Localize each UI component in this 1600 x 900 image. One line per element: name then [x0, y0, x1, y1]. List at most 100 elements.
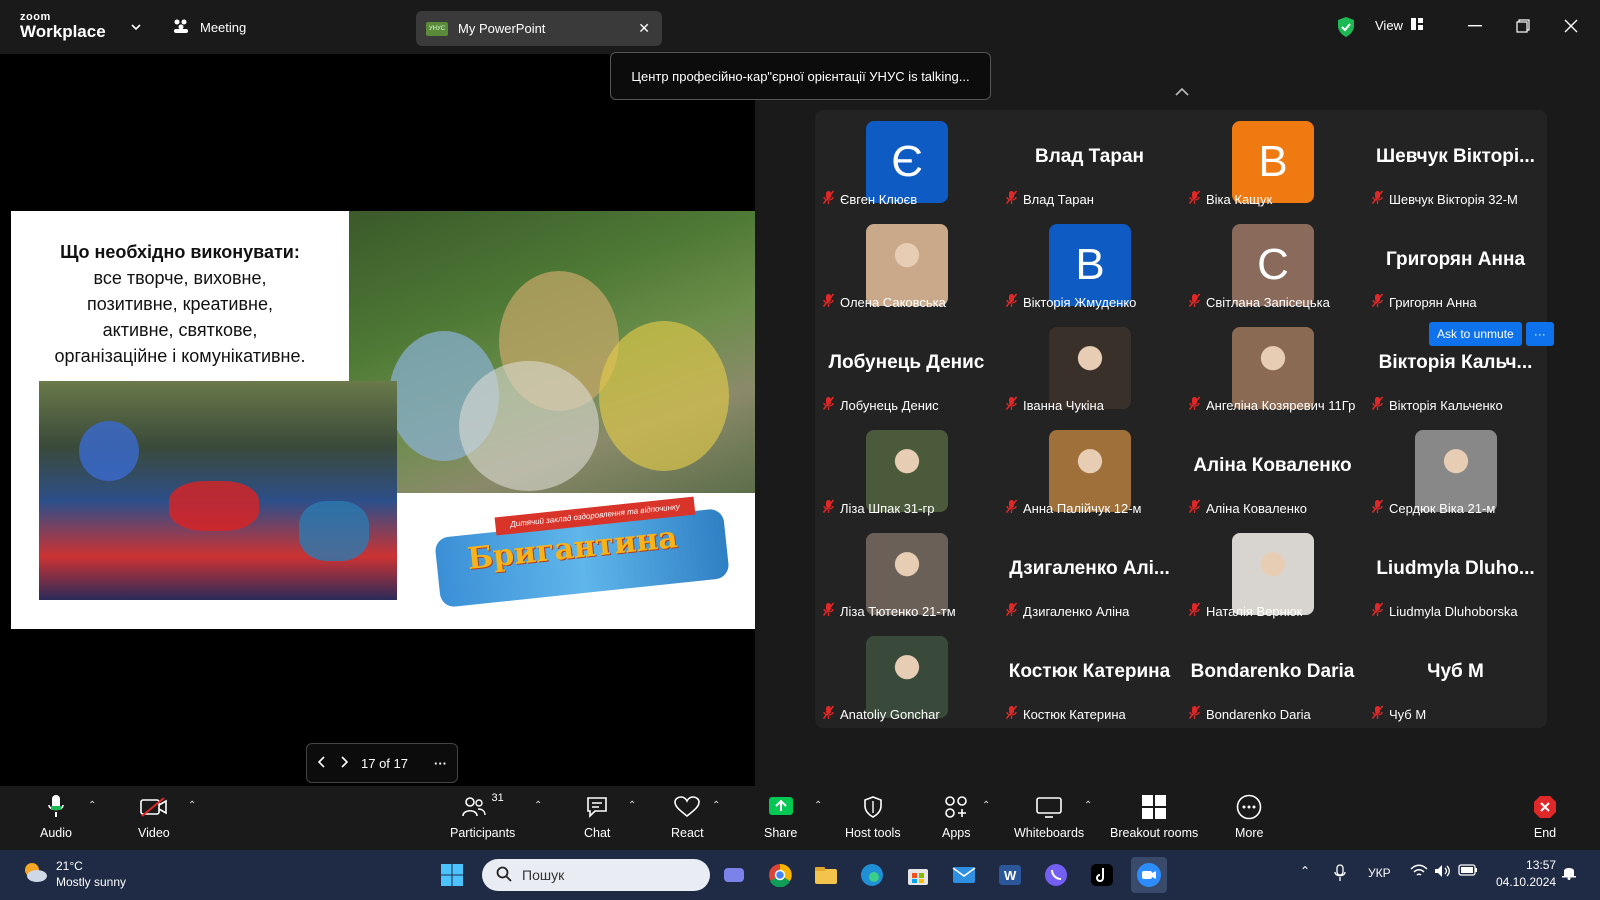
apps-options-caret[interactable]: ⌃ [982, 800, 990, 811]
meeting-label: Meeting [200, 20, 247, 35]
viber-icon[interactable] [1040, 859, 1072, 891]
next-slide-icon[interactable] [339, 755, 349, 771]
participant-tile[interactable]: Є Євген Клюєв [815, 110, 998, 213]
participant-name-label: Ангеліна Козяревич 11Гр [1188, 396, 1355, 414]
microphone-tray-icon[interactable] [1334, 864, 1346, 885]
close-icon[interactable]: ✕ [638, 20, 650, 37]
participants-options-caret[interactable]: ⌃ [534, 800, 542, 811]
whiteboards-button[interactable]: Whiteboards [1014, 792, 1084, 840]
share-tab[interactable]: УНУС My PowerPoint ✕ [416, 11, 662, 46]
participant-name-label: Олена Саковська [822, 293, 946, 311]
chat-options-caret[interactable]: ⌃ [628, 800, 636, 811]
audio-button[interactable]: Audio [40, 792, 72, 840]
participant-tile[interactable]: Ліза Тютенко 21-тм [815, 522, 998, 625]
participant-tile[interactable]: Олена Саковська [815, 213, 998, 316]
participant-tile[interactable]: Григорян Анна Григорян Анна [1364, 213, 1547, 316]
weather-widget[interactable]: 21°C Mostly sunny [22, 858, 126, 890]
participant-name: Євген Клюєв [840, 191, 918, 207]
participant-tile[interactable]: С Світлана Запісецька [1181, 213, 1364, 316]
share-screen-icon [768, 792, 794, 822]
taskbar-search[interactable]: Пошук [482, 859, 710, 891]
participant-tile[interactable]: Іванна Чукіна [998, 316, 1181, 419]
participants-button[interactable]: 31 Participants [450, 792, 515, 840]
view-button[interactable]: View [1375, 18, 1423, 33]
collapse-gallery-button[interactable] [1145, 78, 1219, 108]
participant-tile[interactable]: В Вікторія Жмуденко [998, 213, 1181, 316]
apps-button[interactable]: Apps [942, 792, 971, 840]
shield-check-icon[interactable] [1336, 16, 1356, 43]
prev-slide-icon[interactable] [317, 755, 327, 771]
participant-tile[interactable]: Влад Таран Влад Таран [998, 110, 1181, 213]
participant-name: Світлана Запісецька [1206, 294, 1330, 310]
slide-line: позитивне, креативне, [86, 294, 273, 314]
system-clock[interactable]: 13:57 04.10.2024 [1496, 857, 1556, 891]
close-window-icon[interactable] [1556, 14, 1586, 38]
file-explorer-icon[interactable] [810, 859, 842, 891]
whiteboards-options-caret[interactable]: ⌃ [1084, 800, 1092, 811]
share-options-caret[interactable]: ⌃ [814, 800, 822, 811]
zoom-taskbar-icon[interactable] [1131, 857, 1167, 893]
edge-icon[interactable] [856, 859, 888, 891]
meeting-menu[interactable]: Meeting [172, 18, 246, 37]
react-button[interactable]: React [671, 792, 704, 840]
slide-navigator: 17 of 17 ··· [306, 743, 458, 783]
host-tools-button[interactable]: Host tools [845, 792, 901, 840]
keyboard-language[interactable]: УКР [1368, 866, 1391, 880]
share-button[interactable]: Share [764, 792, 797, 840]
participant-tile[interactable]: В Віка Кащук [1181, 110, 1364, 213]
participant-name-label: Anatoliy Gonchar [822, 705, 940, 723]
battery-icon[interactable] [1458, 864, 1478, 879]
chat-button[interactable]: Chat [584, 792, 610, 840]
participant-name: Анна Палійчук 12-м [1023, 500, 1142, 516]
participant-name: Liudmyla Dluhoborska [1389, 603, 1518, 619]
participant-tile[interactable]: Костюк Катерина Костюк Катерина [998, 625, 1181, 728]
end-meeting-button[interactable]: End [1533, 792, 1557, 840]
zoom-logo: zoom Workplace [20, 12, 106, 41]
participant-tile[interactable]: Ангеліна Козяревич 11Гр [1181, 316, 1364, 419]
volume-icon[interactable] [1434, 864, 1452, 881]
video-options-caret[interactable]: ⌃ [188, 800, 196, 811]
video-label: Video [138, 826, 170, 840]
photo-children-hugging [349, 211, 755, 493]
chrome-icon[interactable] [764, 859, 796, 891]
store-icon[interactable] [902, 859, 934, 891]
audio-options-caret[interactable]: ⌃ [88, 800, 96, 811]
participant-tile[interactable]: Дзигаленко Алі... Дзигаленко Аліна [998, 522, 1181, 625]
word-icon[interactable]: W [994, 859, 1026, 891]
minimize-icon[interactable] [1460, 14, 1490, 38]
react-label: React [671, 826, 704, 840]
breakout-rooms-button[interactable]: Breakout rooms [1110, 792, 1198, 840]
apps-label: Apps [942, 826, 971, 840]
participant-tile[interactable]: Шевчук Вікторі... Шевчук Вікторія 32-М [1364, 110, 1547, 213]
react-options-caret[interactable]: ⌃ [712, 800, 720, 811]
mail-icon[interactable] [948, 859, 980, 891]
more-options-icon[interactable]: ··· [434, 756, 447, 771]
participant-tile[interactable]: Bondarenko Daria Bondarenko Daria [1181, 625, 1364, 728]
restore-icon[interactable] [1508, 14, 1538, 38]
video-off-icon [139, 792, 169, 822]
meet-app-icon[interactable] [718, 859, 750, 891]
participant-tile[interactable]: Сердюк Віка 21-м [1364, 419, 1547, 522]
chevron-down-icon[interactable] [130, 20, 142, 38]
participant-name-label: Лобунець Денис [822, 396, 939, 414]
notification-bell-icon[interactable] [1562, 864, 1576, 883]
wifi-icon[interactable] [1410, 864, 1428, 881]
participant-tile[interactable]: Наталія Вернюк [1181, 522, 1364, 625]
more-button[interactable]: More [1235, 792, 1263, 840]
participant-tile[interactable]: Ліза Шпак 31-гр [815, 419, 998, 522]
video-button[interactable]: Video [138, 792, 170, 840]
participant-tile[interactable]: Чуб М Чуб М [1364, 625, 1547, 728]
chevron-up-icon[interactable]: ⌃ [1300, 864, 1310, 878]
ask-to-unmute-button[interactable]: Ask to unmute [1429, 322, 1522, 346]
participant-name-label: Світлана Запісецька [1188, 293, 1330, 311]
more-button[interactable]: ··· [1525, 322, 1554, 346]
windows-start-icon[interactable] [436, 859, 468, 891]
participant-tile[interactable]: Лобунець Денис Лобунець Денис [815, 316, 998, 419]
participant-tile[interactable]: Аліна Коваленко Аліна Коваленко [1181, 419, 1364, 522]
mic-muted-icon [1005, 705, 1018, 723]
participant-tile[interactable]: Anatoliy Gonchar [815, 625, 998, 728]
participant-tile[interactable]: Анна Палійчук 12-м [998, 419, 1181, 522]
participant-name-label: Ліза Шпак 31-гр [822, 499, 934, 517]
tiktok-icon[interactable] [1086, 859, 1118, 891]
participant-tile[interactable]: Liudmyla Dluho... Liudmyla Dluhoborska [1364, 522, 1547, 625]
